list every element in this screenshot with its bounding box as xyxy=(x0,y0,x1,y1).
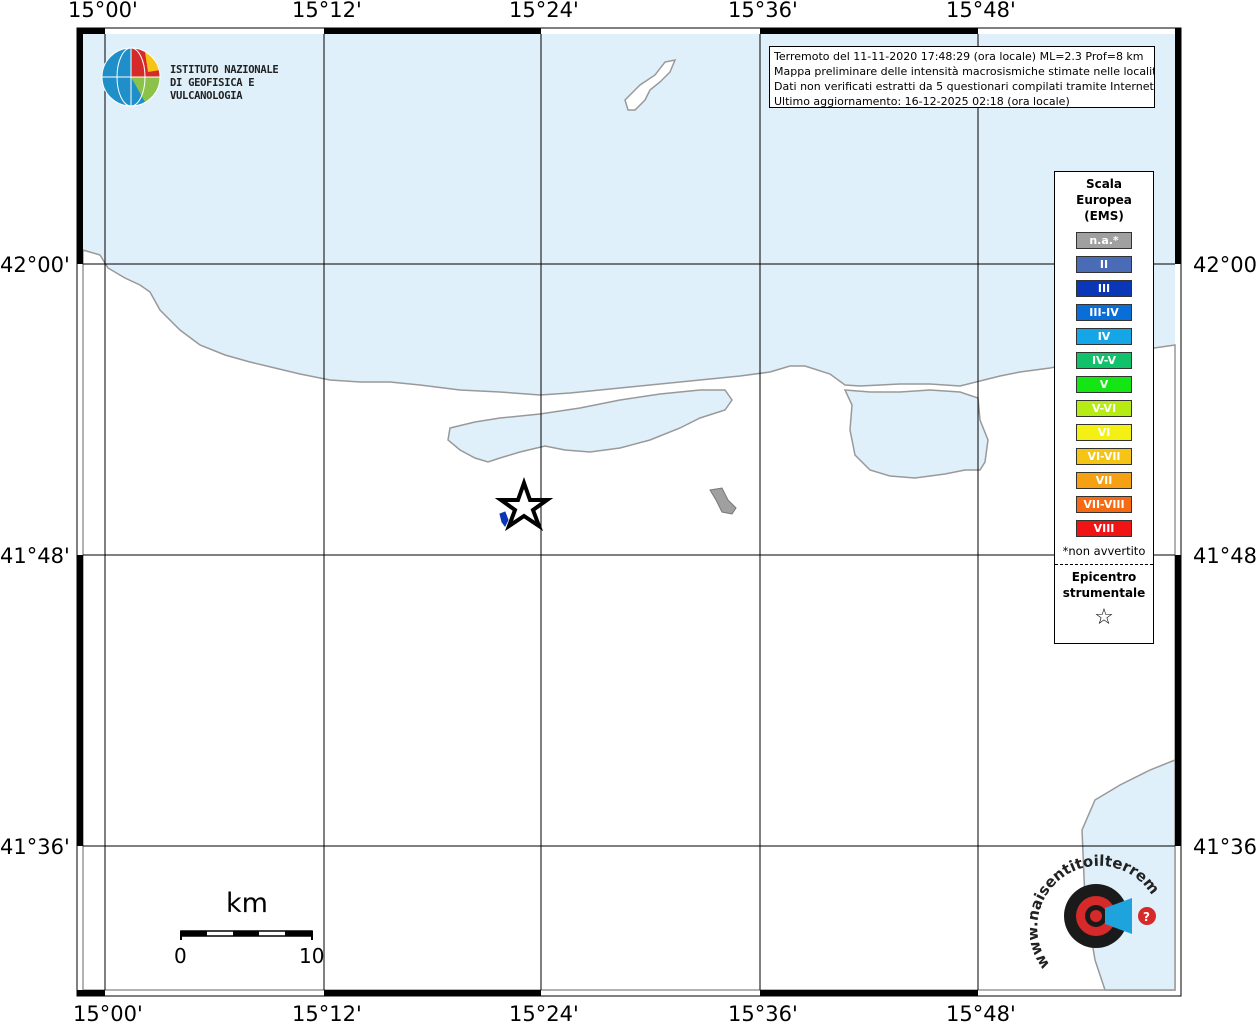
lagoon-varano xyxy=(843,389,989,479)
legend-note: *non avvertito xyxy=(1062,544,1146,558)
ingv-logo: ISTITUTO NAZIONALE DI GEOFISICA E VULCAN… xyxy=(100,48,330,110)
legend-item-8: VI xyxy=(1076,424,1132,441)
legend-title-line-1: Scala xyxy=(1085,177,1123,191)
legend-epicenter-label: Epicentro strumentale xyxy=(1055,569,1153,601)
legend-item-2: III xyxy=(1076,280,1132,297)
lon-label-top-2: 15°24' xyxy=(509,0,579,22)
legend-items: n.a.* II III III-IV IV IV-V V V-VI VI VI-VII VII VI… xyxy=(1055,232,1153,537)
haisentito-logo-url: www.haisentitoilterremoto.it xyxy=(1030,850,1163,972)
legend-epicenter-line-1: Epicentro xyxy=(1071,570,1137,584)
scale-end-label: 10 xyxy=(299,944,325,968)
ingv-logo-line-2: DI GEOFISICA E VULCANOLOGIA xyxy=(170,77,255,102)
lon-label-top-3: 15°36' xyxy=(728,0,798,22)
legend-item-0: n.a.* xyxy=(1076,232,1132,249)
legend-item-12: VIII xyxy=(1076,520,1132,537)
legend-item-10: VII xyxy=(1076,472,1132,489)
lon-label-top-1: 15°12' xyxy=(292,0,362,22)
lat-label-left-1: 41°48' xyxy=(0,544,70,568)
lat-label-left-0: 42°00' xyxy=(0,253,70,277)
lon-label-bottom-2: 15°24' xyxy=(509,1002,579,1024)
legend-title-line-2: Europea xyxy=(1076,193,1132,207)
legend-epicenter-line-2: strumentale xyxy=(1062,586,1146,600)
event-info-box: Terremoto del 11-11-2020 17:48:29 (ora l… xyxy=(769,46,1155,108)
scale-start-label: 0 xyxy=(174,944,187,968)
lon-label-top-0: 15°00' xyxy=(68,0,138,22)
legend-item-7: V-VI xyxy=(1076,400,1132,417)
lon-label-bottom-1: 15°12' xyxy=(292,1002,362,1024)
scale-unit-label: km xyxy=(226,888,268,919)
legend-item-9: VI-VII xyxy=(1076,448,1132,465)
lon-label-bottom-0: 15°00' xyxy=(73,1002,143,1024)
event-info-line-3: Dati non verificati estratti da 5 questi… xyxy=(774,80,1155,93)
legend-title: Scala Europea (EMS) xyxy=(1055,176,1153,224)
ems-legend: Scala Europea (EMS) n.a.* II III III-IV IV IV… xyxy=(1054,171,1154,644)
svg-text:www.haisentitoilterremoto.it: www.haisentitoilterremoto.it xyxy=(1030,850,1163,972)
lat-label-right-1: 41°48' xyxy=(1193,544,1256,568)
legend-item-3: III-IV xyxy=(1076,304,1132,321)
legend-separator xyxy=(1055,564,1153,565)
ingv-logo-text: ISTITUTO NAZIONALE DI GEOFISICA E VULCAN… xyxy=(170,64,330,103)
lon-label-bottom-3: 15°36' xyxy=(728,1002,798,1024)
event-info-line-1: Terremoto del 11-11-2020 17:48:29 (ora l… xyxy=(774,50,1144,63)
lon-label-top-4: 15°48' xyxy=(946,0,1016,22)
legend-item-1: II xyxy=(1076,256,1132,273)
legend-item-6: V xyxy=(1076,376,1132,393)
lat-label-left-2: 41°36' xyxy=(0,835,70,859)
legend-title-line-3: (EMS) xyxy=(1084,209,1124,223)
lon-label-bottom-4: 15°48' xyxy=(946,1002,1016,1024)
legend-item-11: VII-VIII xyxy=(1076,496,1132,513)
legend-item-4: IV xyxy=(1076,328,1132,345)
ingv-logo-line-1: ISTITUTO NAZIONALE xyxy=(170,64,279,76)
event-info-line-2: Mappa preliminare delle intensità macros… xyxy=(774,65,1155,78)
legend-star-icon: ☆ xyxy=(1094,605,1114,630)
legend-item-5: IV-V xyxy=(1076,352,1132,369)
haisentito-logo-text: www.haisentitoilterremoto.it xyxy=(1030,850,1163,972)
lat-label-right-0: 42°00' xyxy=(1193,253,1256,277)
event-info-line-4: Ultimo aggiornamento: 16-12-2025 02:18 (… xyxy=(774,95,1070,108)
lat-label-right-2: 41°36' xyxy=(1193,835,1256,859)
